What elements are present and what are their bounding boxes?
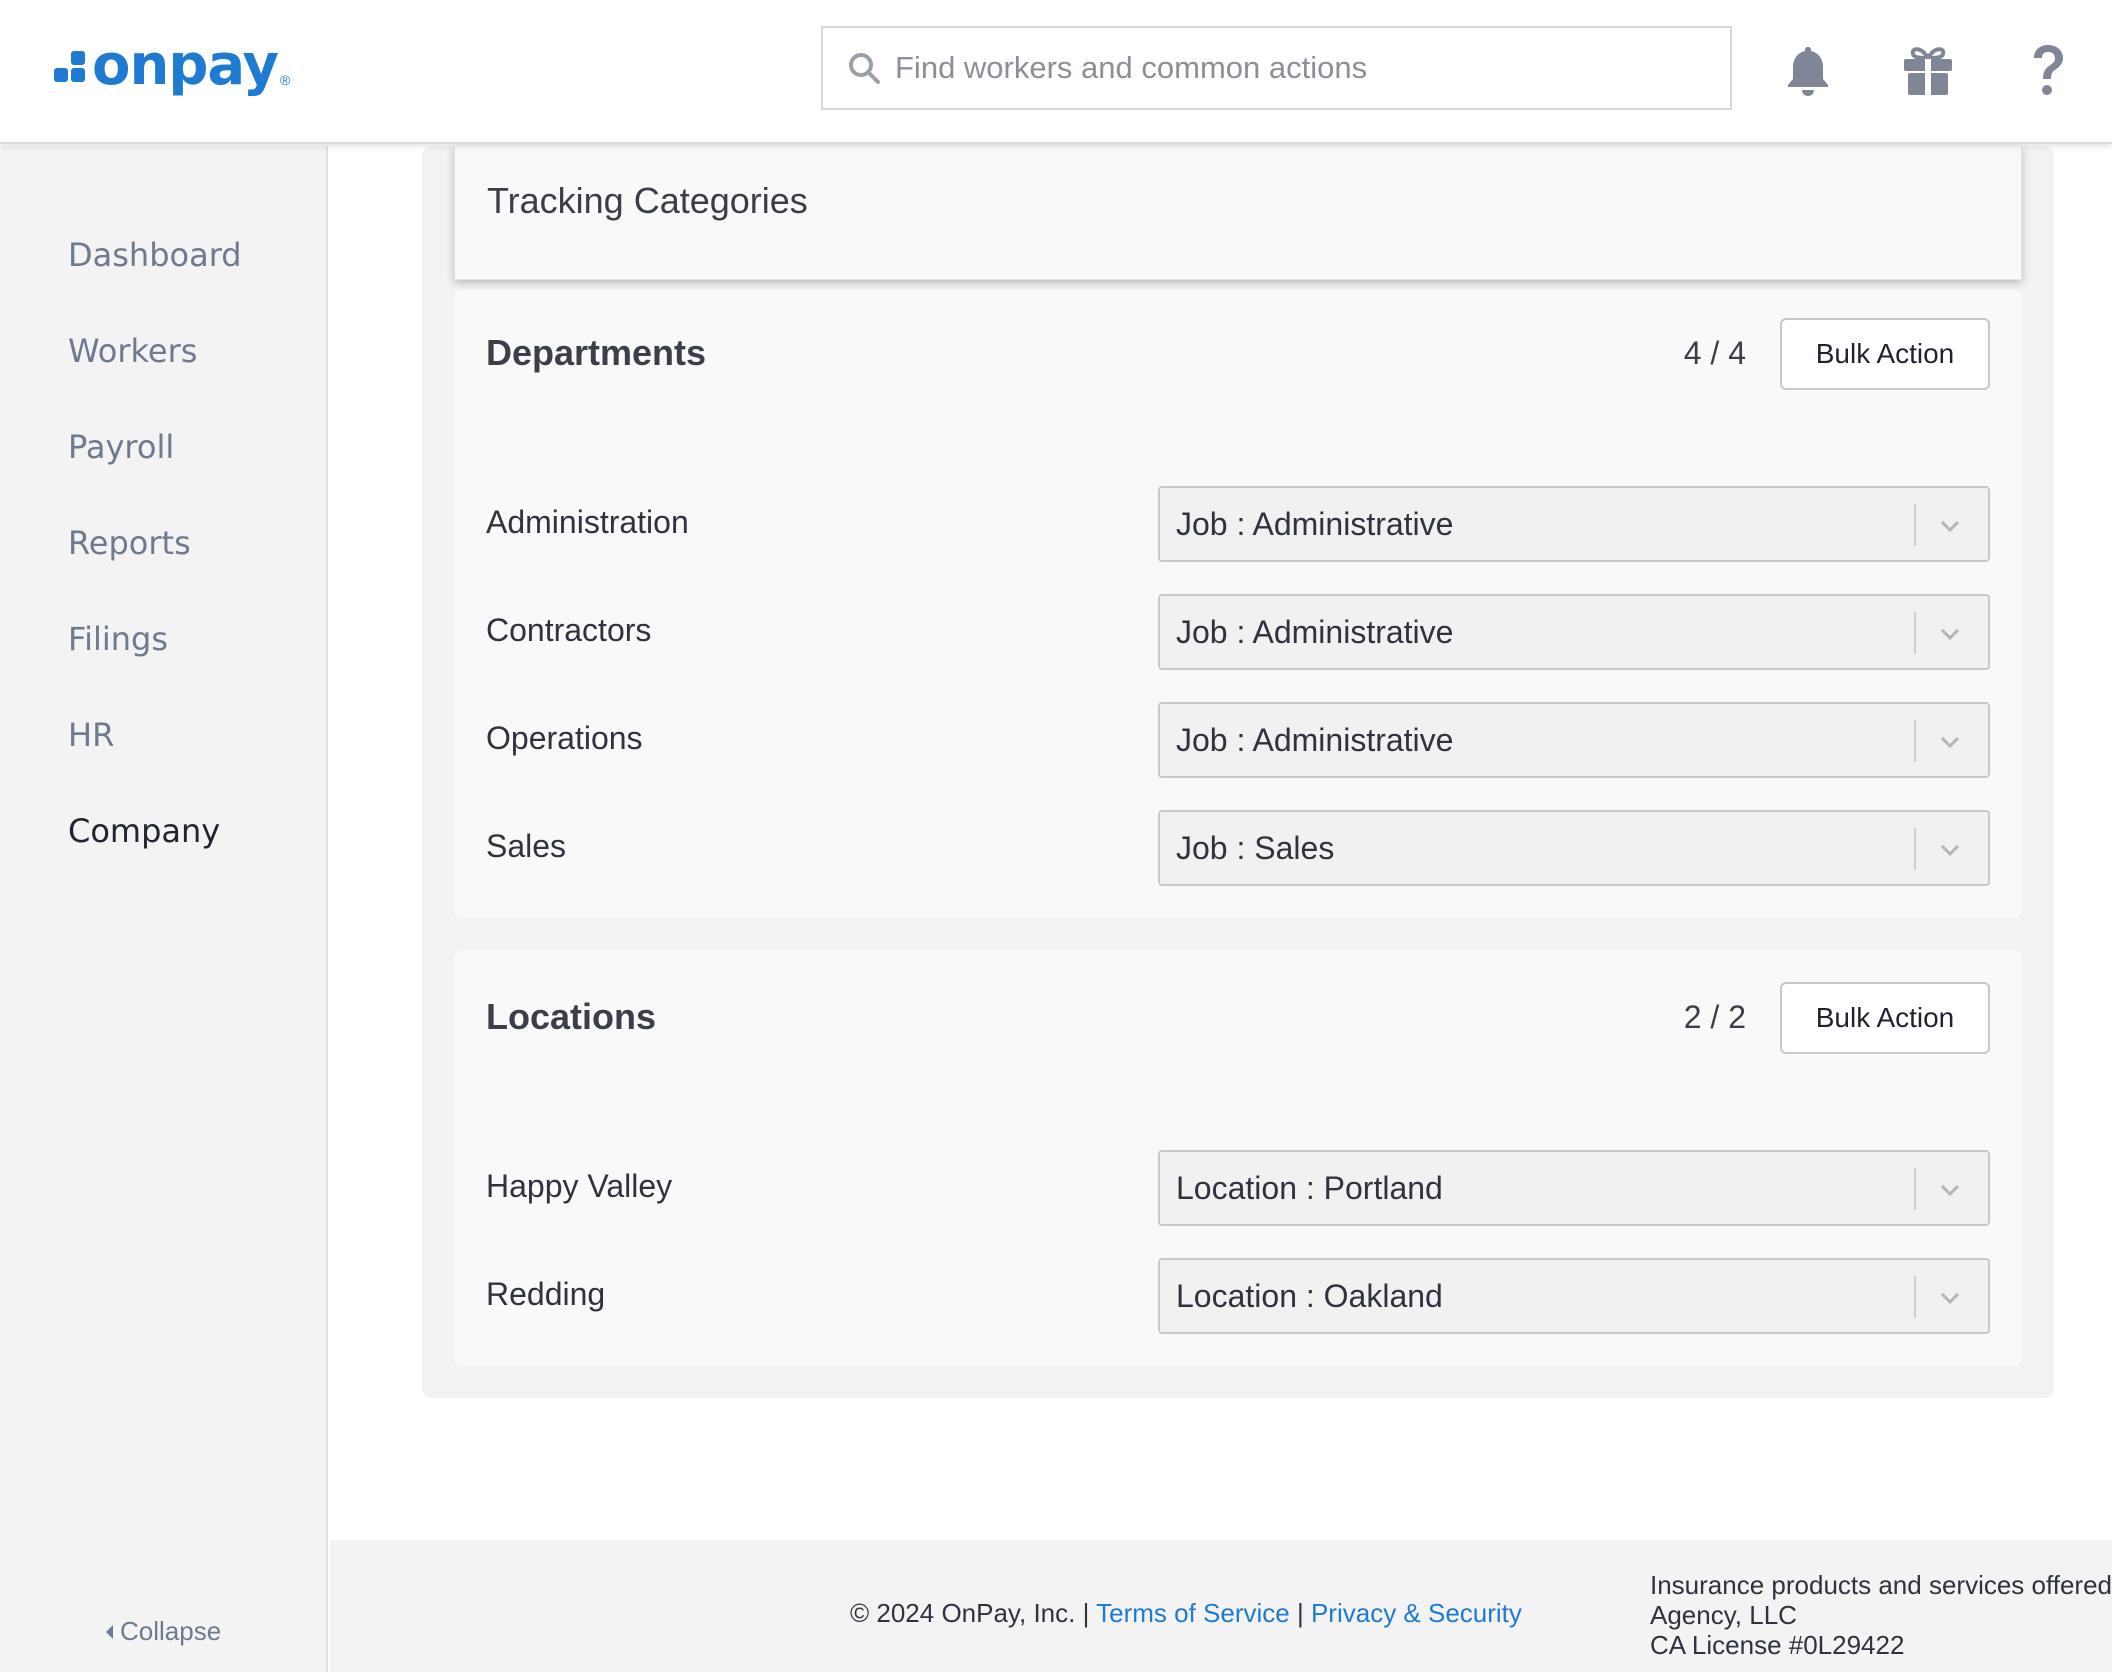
chevron-down-icon (1940, 1184, 1960, 1197)
sidebar-item-filings[interactable]: Filings (68, 620, 168, 658)
help-icon[interactable] (2020, 42, 2076, 98)
select-value: Location : Oakland (1176, 1278, 1443, 1314)
sidebar (0, 146, 328, 1672)
privacy-security-link[interactable]: Privacy & Security (1311, 1598, 1522, 1628)
insurance-line: Agency, LLC (1650, 1600, 1797, 1630)
select-divider (1914, 1276, 1916, 1318)
select-value: Job : Administrative (1176, 506, 1454, 542)
locations-title: Locations (486, 996, 657, 1037)
logo-registered-mark: ® (280, 72, 291, 88)
locations-bulk-action-button[interactable]: Bulk Action (1780, 982, 1990, 1054)
onpay-logo[interactable]: onpay ® (54, 36, 290, 96)
department-name: Sales (486, 828, 567, 864)
select-divider (1914, 720, 1916, 762)
chevron-down-icon (1940, 628, 1960, 641)
search-bar[interactable] (821, 26, 1732, 110)
select-value: Job : Sales (1176, 830, 1335, 866)
chevron-down-icon (1940, 1292, 1960, 1305)
select-value: Location : Portland (1176, 1170, 1443, 1206)
page-title-card: Tracking Categories (454, 146, 2022, 280)
collapse-label: Collapse (120, 1616, 222, 1646)
insurance-line: CA License #0L29422 (1650, 1630, 1905, 1660)
select-divider (1914, 504, 1916, 546)
department-job-select[interactable]: Job : Administrative (1158, 594, 1990, 670)
collapse-button[interactable]: Collapse (104, 1616, 221, 1647)
location-row: Happy Valley Location : Portland (454, 1150, 2022, 1226)
page-title: Tracking Categories (487, 180, 808, 221)
select-value: Job : Administrative (1176, 722, 1454, 758)
department-row: Operations Job : Administrative (454, 702, 2022, 778)
gift-icon[interactable] (1900, 42, 1956, 98)
locations-count: 2 / 2 (1683, 999, 1746, 1035)
location-name: Redding (486, 1276, 606, 1312)
sidebar-item-hr[interactable]: HR (68, 716, 114, 754)
departments-section: Departments 4 / 4 Bulk Action Administra… (454, 290, 2022, 918)
location-select[interactable]: Location : Portland (1158, 1150, 1990, 1226)
department-row: Sales Job : Sales (454, 810, 2022, 886)
departments-count: 4 / 4 (1683, 335, 1746, 371)
search-icon (849, 53, 880, 84)
department-name: Contractors (486, 612, 652, 648)
logo-text: onpay (92, 33, 279, 98)
select-value: Job : Administrative (1176, 614, 1454, 650)
sidebar-item-reports[interactable]: Reports (68, 524, 191, 562)
select-divider (1914, 828, 1916, 870)
location-row: Redding Location : Oakland (454, 1258, 2022, 1334)
terms-of-service-link[interactable]: Terms of Service (1096, 1598, 1290, 1628)
departments-title: Departments (486, 332, 707, 373)
logo-mark (54, 46, 86, 86)
department-job-select[interactable]: Job : Administrative (1158, 486, 1990, 562)
department-job-select[interactable]: Job : Sales (1158, 810, 1990, 886)
search-input[interactable] (895, 50, 1715, 86)
bell-icon[interactable] (1780, 42, 1836, 98)
insurance-disclosure: Insurance products and services offered … (1650, 1570, 2112, 1660)
department-row: Administration Job : Administrative (454, 486, 2022, 562)
location-select[interactable]: Location : Oakland (1158, 1258, 1990, 1334)
sidebar-item-workers[interactable]: Workers (68, 332, 197, 370)
department-row: Contractors Job : Administrative (454, 594, 2022, 670)
departments-bulk-action-button[interactable]: Bulk Action (1780, 318, 1990, 390)
department-name: Operations (486, 720, 643, 756)
department-job-select[interactable]: Job : Administrative (1158, 702, 1990, 778)
sidebar-item-payroll[interactable]: Payroll (68, 428, 174, 466)
top-header: onpay ® (0, 0, 2112, 144)
chevron-down-icon (1940, 520, 1960, 533)
footer: © 2024 OnPay, Inc. | Terms of Service | … (330, 1540, 2112, 1672)
chevron-down-icon (1940, 844, 1960, 857)
locations-section: Locations 2 / 2 Bulk Action Happy Valley… (454, 950, 2022, 1366)
sidebar-item-company[interactable]: Company (68, 812, 220, 850)
select-divider (1914, 612, 1916, 654)
insurance-line: Insurance products and services offered (1650, 1570, 2112, 1600)
footer-links: © 2024 OnPay, Inc. | Terms of Service | … (850, 1598, 1522, 1629)
footer-divider: | (1296, 1598, 1304, 1628)
sidebar-item-dashboard[interactable]: Dashboard (68, 236, 242, 274)
location-name: Happy Valley (486, 1168, 673, 1204)
department-name: Administration (486, 504, 689, 540)
select-divider (1914, 1168, 1916, 1210)
chevron-down-icon (1940, 736, 1960, 749)
copyright-text: © 2024 OnPay, Inc. | (850, 1598, 1090, 1628)
caret-left-icon (106, 1624, 113, 1639)
